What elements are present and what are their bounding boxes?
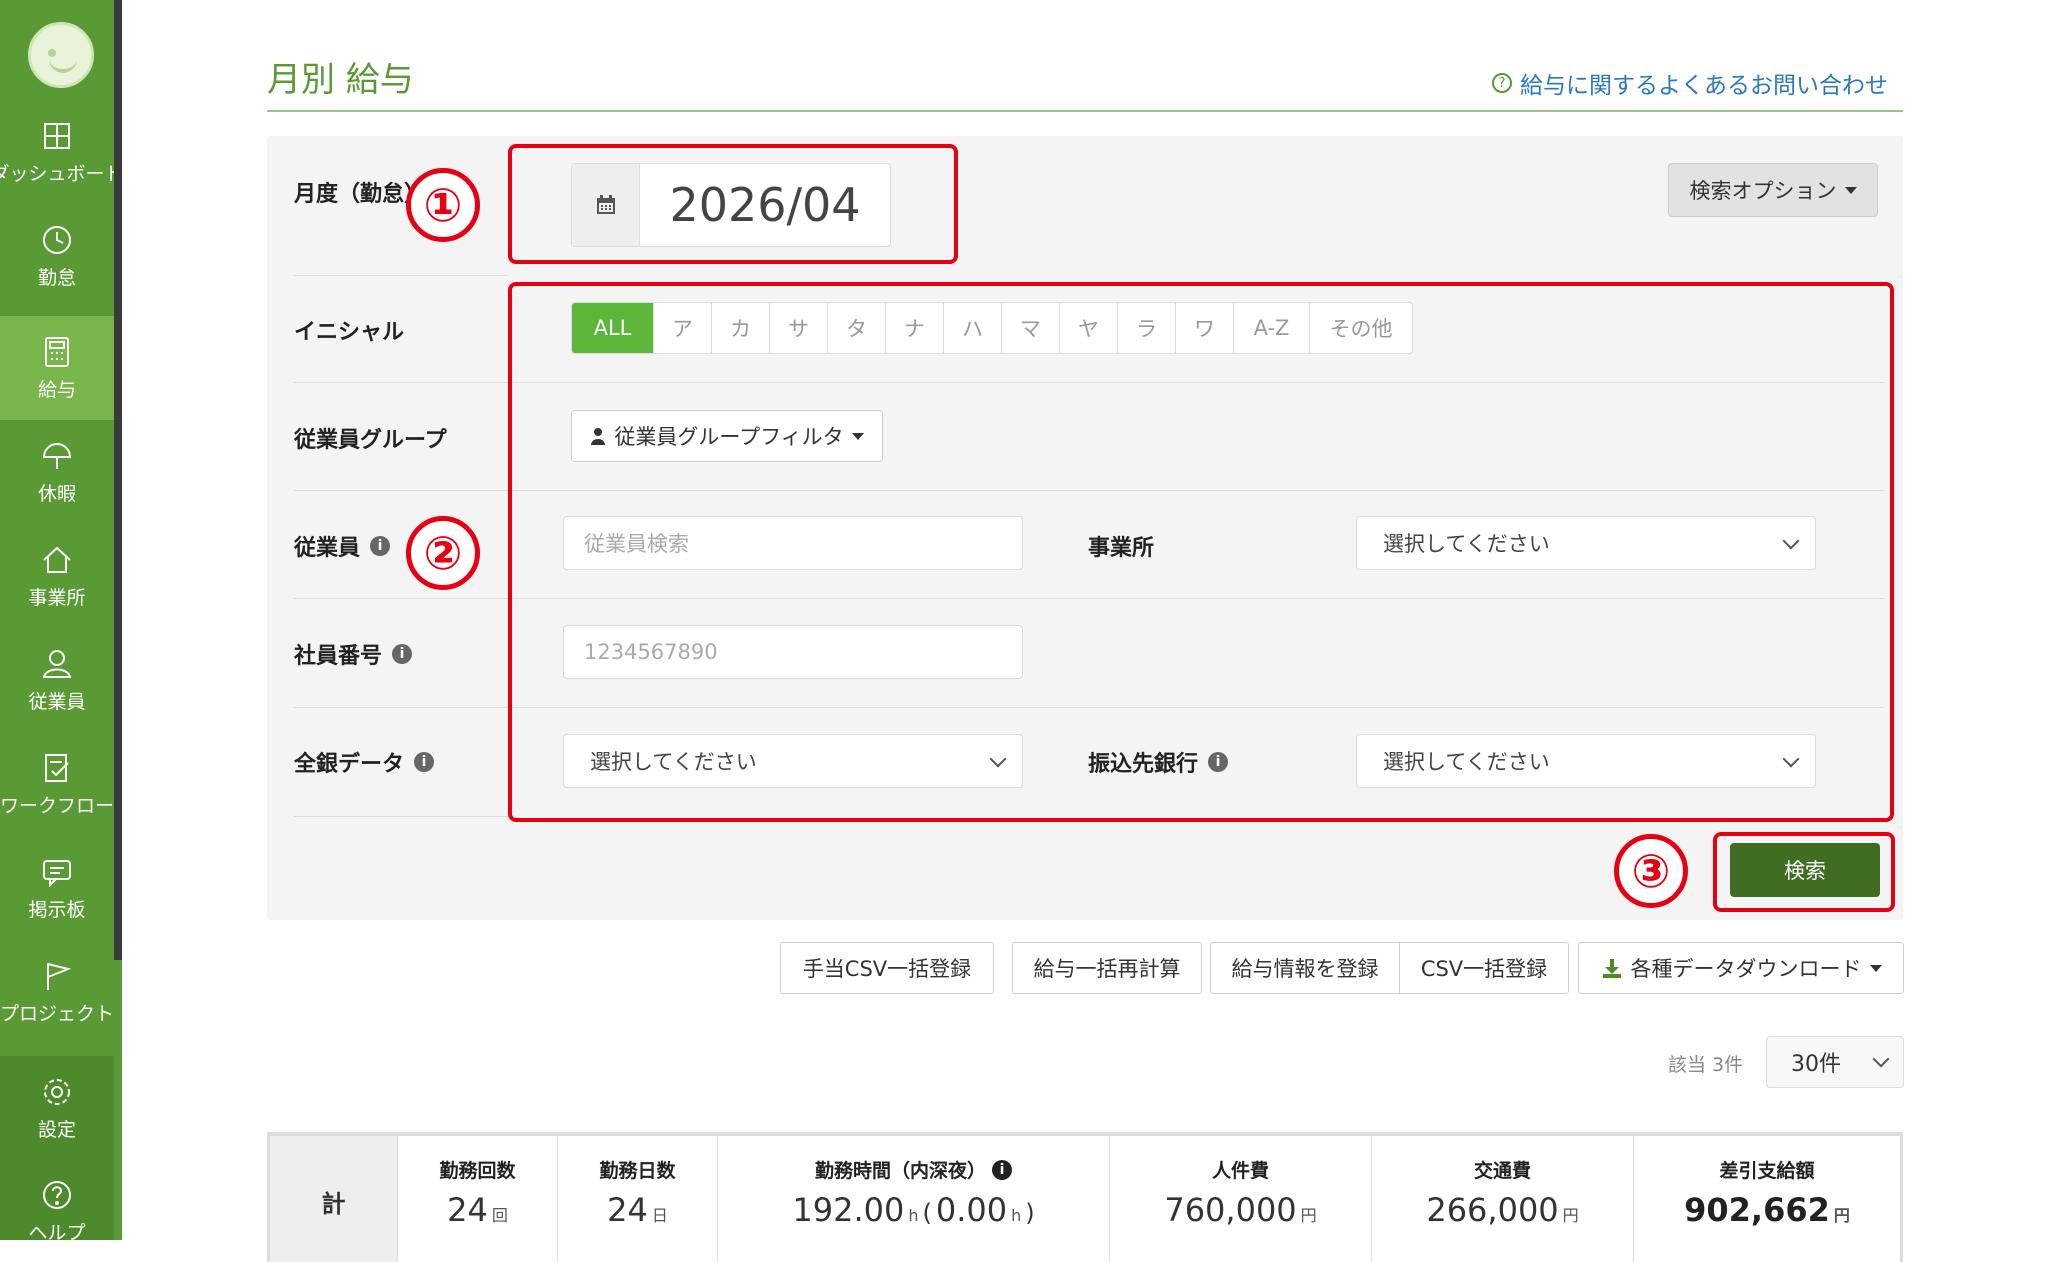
caret-down-icon bbox=[1869, 964, 1882, 972]
initial-label: イニシャル bbox=[294, 320, 405, 345]
annotation-box-1 bbox=[508, 144, 958, 264]
download-button[interactable]: 各種データダウンロード bbox=[1578, 942, 1904, 994]
search-options-button[interactable]: 検索オプション bbox=[1668, 163, 1878, 217]
download-icon bbox=[1602, 959, 1621, 978]
summary-work-count: 勤務回数 24 回 bbox=[398, 1136, 558, 1262]
summary-transport: 交通費 266,000 円 bbox=[1372, 1136, 1634, 1262]
csv-register-button[interactable]: CSV一括登録 bbox=[1399, 942, 1569, 994]
sidebar-item-leave[interactable]: 休暇 bbox=[0, 420, 114, 524]
sidebar-item-label: ワークフロー bbox=[0, 794, 115, 817]
app-logo[interactable] bbox=[28, 22, 94, 88]
summary-net-pay: 差引支給額 902,662 円 bbox=[1684, 1160, 1850, 1229]
caret-down-icon bbox=[1844, 186, 1857, 194]
question-icon: ? bbox=[1492, 73, 1512, 93]
chat-icon bbox=[40, 855, 74, 889]
row-divider bbox=[294, 816, 508, 817]
sidebar-item-label: 休暇 bbox=[37, 482, 76, 505]
dashboard-icon bbox=[40, 119, 74, 153]
info-icon[interactable]: i bbox=[370, 536, 391, 556]
faq-link-label: 給与に関するよくあるお問い合わせ bbox=[1520, 73, 1888, 99]
help-icon bbox=[40, 1178, 74, 1212]
sidebar-item-label: 勤怠 bbox=[37, 266, 76, 289]
summary-labor-cost: 人件費 760,000 円 bbox=[1110, 1136, 1372, 1262]
sidebar-item-workflow[interactable]: ワークフロー bbox=[0, 732, 114, 836]
sidebar-item-label: ダッシュボード bbox=[0, 162, 124, 185]
sidebar-item-label: 事業所 bbox=[28, 586, 86, 609]
sidebar-item-attendance[interactable]: 勤怠 bbox=[0, 204, 114, 308]
sidebar-item-office[interactable]: 事業所 bbox=[0, 524, 114, 628]
home-icon bbox=[40, 543, 74, 577]
chevron-down-icon bbox=[1872, 1050, 1890, 1068]
annotation-box-3 bbox=[1713, 832, 1895, 912]
checklist-icon bbox=[40, 751, 74, 785]
sidebar-item-employees[interactable]: 従業員 bbox=[0, 628, 114, 732]
sidebar-item-payroll[interactable]: 給与 bbox=[0, 316, 114, 420]
annotation-box-2 bbox=[508, 282, 1894, 822]
flag-icon bbox=[40, 959, 74, 993]
page-title: 月別 給与 bbox=[267, 60, 414, 100]
summary-table: 計 勤務回数 24 回 勤務日数 24 日 勤務時間（内深夜） i 192.00 h(0… bbox=[267, 1132, 1903, 1262]
gear-icon bbox=[40, 1075, 74, 1109]
group-label: 従業員グループ bbox=[294, 428, 447, 453]
sidebar-item-label: 掲示板 bbox=[28, 898, 86, 921]
annotation-number-2: ② bbox=[406, 516, 480, 590]
sidebar-scrollbar[interactable] bbox=[114, 0, 122, 960]
sidebar-item-label: 従業員 bbox=[28, 690, 86, 713]
info-icon[interactable]: i bbox=[992, 1159, 1012, 1180]
sidebar-item-label: ヘルプ bbox=[28, 1222, 86, 1244]
summary-work-days: 勤務日数 24 日 bbox=[558, 1136, 718, 1262]
register-button[interactable]: 給与情報を登録 bbox=[1210, 942, 1400, 994]
row-divider bbox=[294, 275, 508, 276]
info-icon[interactable]: i bbox=[414, 752, 435, 772]
summary-total-label: 計 bbox=[270, 1136, 398, 1262]
title-divider bbox=[267, 110, 1903, 112]
clock-icon bbox=[40, 223, 74, 257]
recalc-button[interactable]: 給与一括再計算 bbox=[1012, 942, 1202, 994]
result-count: 該当 3件 bbox=[1668, 1054, 1744, 1076]
umbrella-icon bbox=[40, 439, 74, 473]
info-icon[interactable]: i bbox=[392, 644, 413, 664]
sidebar-item-bulletin[interactable]: 掲示板 bbox=[0, 836, 114, 940]
sidebar-item-settings[interactable]: 設定 bbox=[0, 1056, 114, 1160]
employee-label: 従業員 i bbox=[294, 530, 391, 562]
faq-link[interactable]: ? 給与に関するよくあるお問い合わせ bbox=[1492, 66, 1888, 100]
sidebar-item-dashboard[interactable]: ダッシュボード bbox=[0, 100, 124, 204]
emp-number-label: 社員番号 i bbox=[294, 638, 413, 670]
summary-work-hours: 勤務時間（内深夜） i 192.00 h(0.00 h) bbox=[718, 1136, 1110, 1262]
zengin-label: 全銀データ i bbox=[294, 746, 435, 778]
sidebar: ダッシュボード 勤怠 給与 休暇 事業所 従業員 ワークフロー 掲示板 プロジェ… bbox=[0, 0, 124, 1244]
sidebar-item-project[interactable]: プロジェクト bbox=[0, 940, 114, 1044]
sidebar-item-label: 給与 bbox=[37, 378, 76, 401]
annotation-number-3: ③ bbox=[1614, 834, 1688, 908]
calculator-icon bbox=[40, 335, 74, 369]
person-icon bbox=[40, 647, 74, 681]
per-page-select[interactable]: 30件 bbox=[1766, 1036, 1904, 1088]
sidebar-item-label: プロジェクト bbox=[0, 1002, 115, 1025]
allowance-csv-button[interactable]: 手当CSV一括登録 bbox=[780, 942, 994, 994]
sidebar-item-label: 設定 bbox=[37, 1118, 76, 1141]
annotation-number-1: ① bbox=[406, 168, 480, 242]
sidebar-item-help[interactable]: ヘルプ bbox=[0, 1160, 114, 1244]
